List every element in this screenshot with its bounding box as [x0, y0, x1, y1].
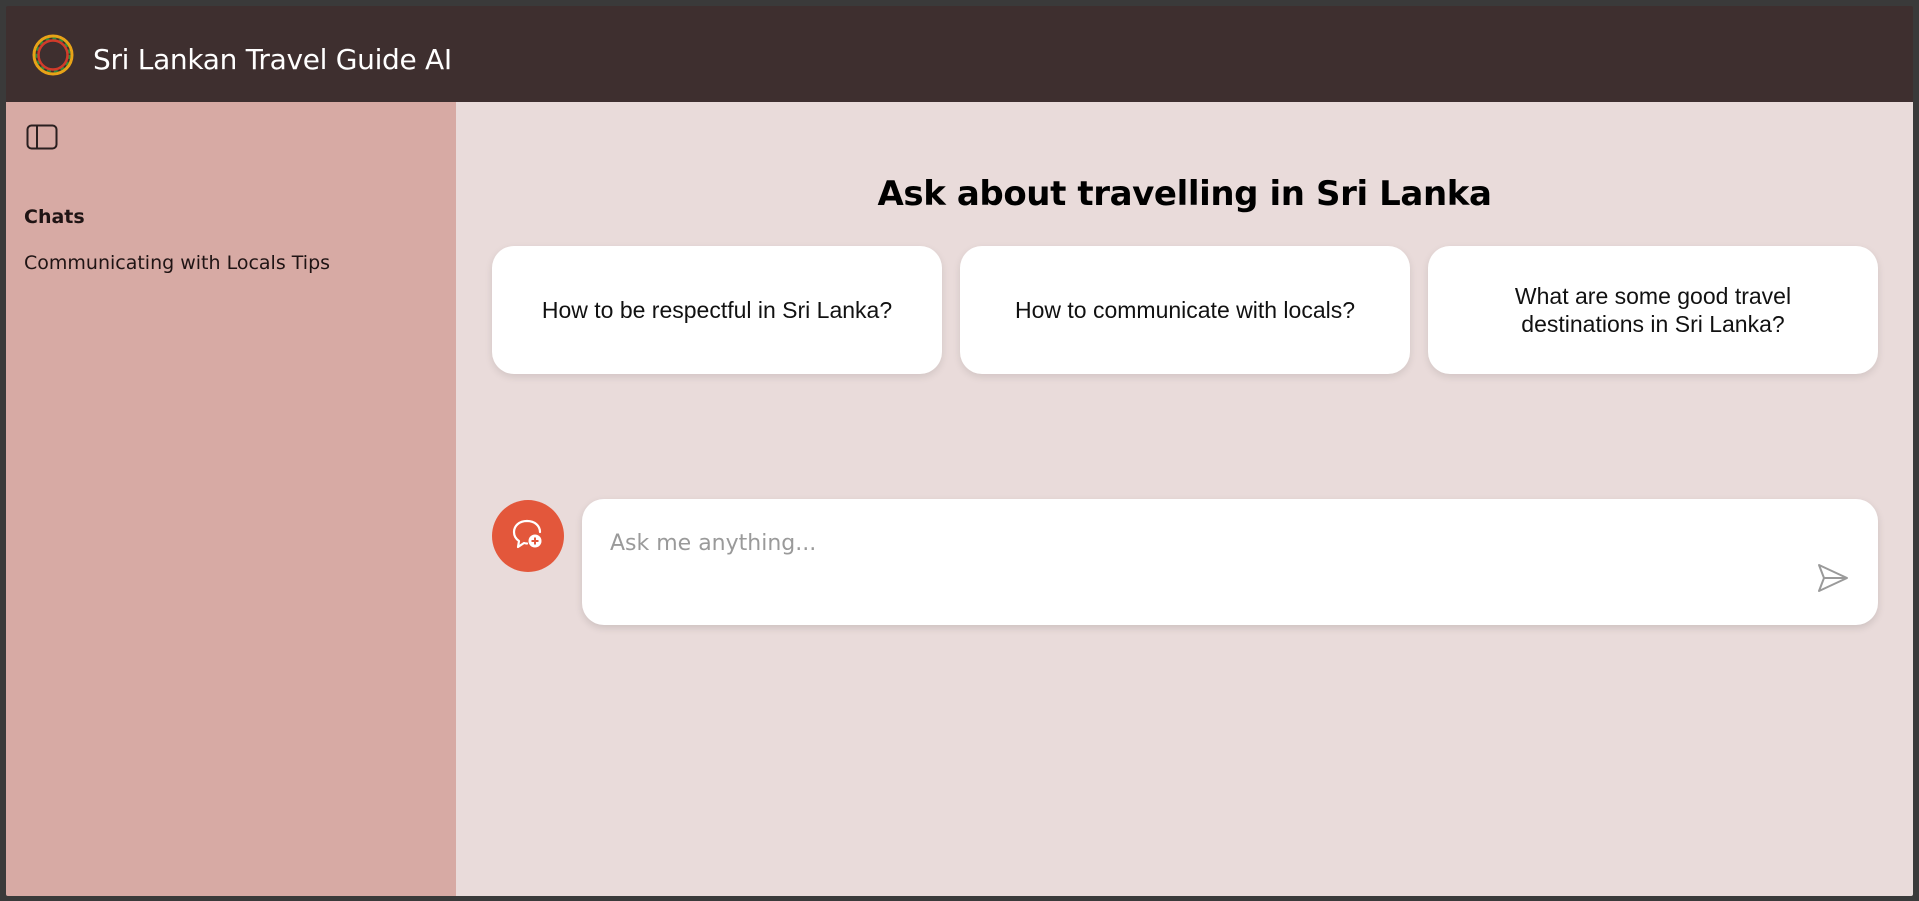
sun-ring-logo-icon [32, 34, 74, 76]
chats-heading: Chats [24, 206, 85, 228]
sidebar: Chats Communicating with Locals Tips [6, 102, 456, 896]
main-panel: Ask about travelling in Sri Lanka How to… [456, 102, 1913, 896]
sidebar-toggle-icon[interactable] [26, 124, 58, 150]
page-title: Ask about travelling in Sri Lanka [877, 174, 1492, 214]
suggestion-label: What are some good travel destinations i… [1514, 283, 1792, 337]
send-icon[interactable] [1816, 561, 1850, 595]
suggestion-card[interactable]: How to be respectful in Sri Lanka? [492, 246, 942, 374]
new-chat-button[interactable] [492, 500, 564, 572]
app-title: Sri Lankan Travel Guide AI [93, 43, 452, 76]
chat-input-box [582, 499, 1878, 625]
suggestion-card[interactable]: What are some good travel destinations i… [1428, 246, 1878, 374]
chat-input[interactable] [608, 525, 1762, 561]
app-window: Sri Lankan Travel Guide AI Chats Communi… [6, 6, 1913, 896]
suggestion-label: How to be respectful in Sri Lanka? [541, 297, 893, 323]
suggestion-label: How to communicate with locals? [1014, 297, 1356, 323]
new-chat-icon [510, 516, 546, 556]
top-bar: Sri Lankan Travel Guide AI [6, 6, 1913, 102]
chat-history-item[interactable]: Communicating with Locals Tips [24, 252, 330, 274]
suggestion-card[interactable]: How to communicate with locals? [960, 246, 1410, 374]
